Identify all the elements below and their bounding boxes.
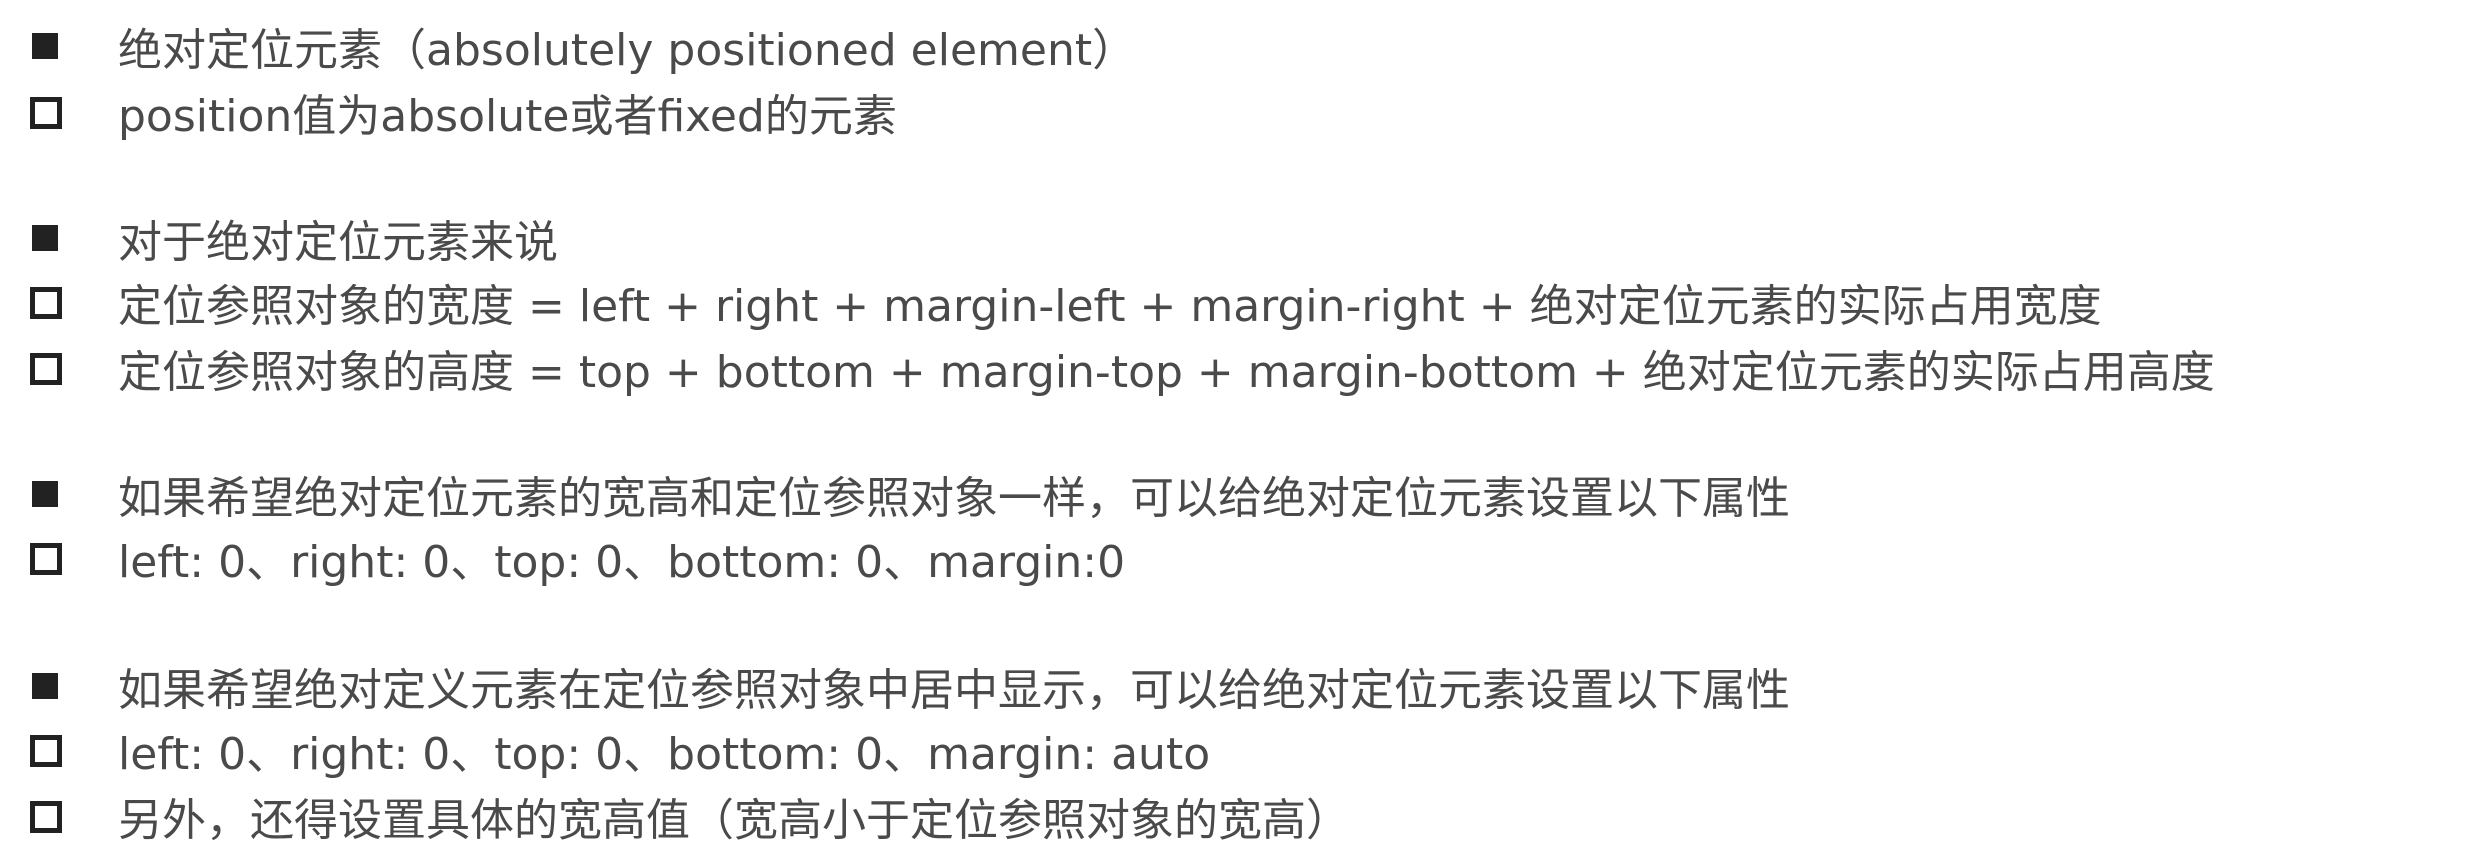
section-4-item-1: left: 0、right: 0、top: 0、bottom: 0、margin… — [24, 720, 1210, 780]
section-1-item-1: position值为absolute或者fixed的元素 — [24, 82, 897, 142]
section-4-item-2: 另外，还得设置具体的宽高值（宽高小于定位参照对象的宽高） — [24, 786, 1350, 846]
filled-square-bullet-icon — [24, 19, 78, 73]
section-3-heading-text: 如果希望绝对定位元素的宽高和定位参照对象一样，可以给绝对定位元素设置以下属性 — [118, 473, 1790, 524]
hollow-square-bullet-icon — [24, 531, 78, 585]
section-2-item-2-text: 定位参照对象的高度 = top + bottom + margin-top + … — [118, 347, 2215, 398]
section-4-item-2-text: 另外，还得设置具体的宽高值（宽高小于定位参照对象的宽高） — [118, 795, 1350, 846]
slide: 绝对定位元素（absolutely positioned element） po… — [0, 0, 2490, 868]
section-1-item-1-text: position值为absolute或者fixed的元素 — [118, 91, 897, 142]
filled-square-bullet-icon — [24, 467, 78, 521]
hollow-square-bullet-icon — [24, 789, 78, 843]
section-2-item-1-text: 定位参照对象的宽度 = left + right + margin-left +… — [118, 281, 2102, 332]
hollow-square-bullet-icon — [24, 723, 78, 777]
section-3-item-1-text: left: 0、right: 0、top: 0、bottom: 0、margin… — [118, 537, 1126, 588]
section-3-item-1: left: 0、right: 0、top: 0、bottom: 0、margin… — [24, 528, 1125, 588]
section-1-heading: 绝对定位元素（absolutely positioned element） — [24, 16, 1136, 76]
hollow-square-bullet-icon — [24, 275, 78, 329]
hollow-square-bullet-icon — [24, 85, 78, 139]
section-2-item-1: 定位参照对象的宽度 = left + right + margin-left +… — [24, 272, 2102, 332]
section-2-heading: 对于绝对定位元素来说 — [24, 208, 558, 268]
section-2-heading-text: 对于绝对定位元素来说 — [118, 217, 558, 268]
filled-square-bullet-icon — [24, 659, 78, 713]
filled-square-bullet-icon — [24, 211, 78, 265]
section-1-heading-text: 绝对定位元素（absolutely positioned element） — [118, 25, 1137, 76]
section-3-heading: 如果希望绝对定位元素的宽高和定位参照对象一样，可以给绝对定位元素设置以下属性 — [24, 464, 1790, 524]
section-4-item-1-text: left: 0、right: 0、top: 0、bottom: 0、margin… — [118, 729, 1211, 780]
section-4-heading: 如果希望绝对定义元素在定位参照对象中居中显示，可以给绝对定位元素设置以下属性 — [24, 656, 1790, 716]
section-2-item-2: 定位参照对象的高度 = top + bottom + margin-top + … — [24, 338, 2215, 398]
section-4-heading-text: 如果希望绝对定义元素在定位参照对象中居中显示，可以给绝对定位元素设置以下属性 — [118, 665, 1790, 716]
hollow-square-bullet-icon — [24, 341, 78, 395]
